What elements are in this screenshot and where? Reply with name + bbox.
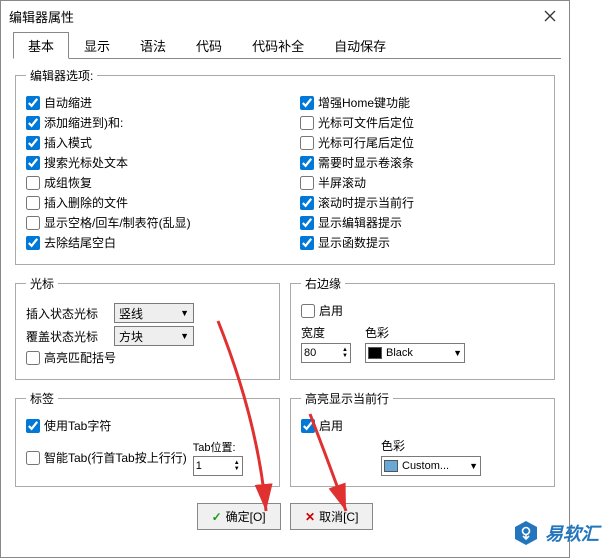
- tab-syntax[interactable]: 语法: [125, 32, 181, 59]
- insert-cursor-dropdown[interactable]: 竖线 ▼: [114, 303, 194, 323]
- opt-right-label-3: 需要时显示卷滚条: [318, 154, 414, 172]
- opt-right-label-6: 显示编辑器提示: [318, 214, 402, 232]
- redge-width-label: 宽度: [301, 324, 351, 341]
- editor-options-legend: 编辑器选项:: [26, 67, 97, 84]
- chevron-down-icon: ▼: [180, 308, 189, 318]
- opt-right-label-5: 滚动时提示当前行: [318, 194, 414, 212]
- opt-left-label-3: 搜索光标处文本: [44, 154, 128, 172]
- tab-display[interactable]: 显示: [69, 32, 125, 59]
- opt-left-checkbox-0[interactable]: [26, 96, 40, 110]
- opt-left-label-7: 去除结尾空白: [44, 234, 116, 252]
- opt-left-label-4: 成组恢复: [44, 174, 92, 192]
- titlebar: 编辑器属性: [1, 1, 569, 31]
- smart-tab-label: 智能Tab(行首Tab按上行行): [44, 449, 187, 467]
- spinner-arrows-icon: ▲▼: [342, 347, 348, 359]
- opt-right-label-7: 显示函数提示: [318, 234, 390, 252]
- tab-group: 标签 使用Tab字符 智能Tab(行首Tab按上行行) Tab位置: 1 ▲▼: [15, 390, 280, 487]
- hlrow-color-label: 色彩: [381, 437, 544, 454]
- opt-left-label-2: 插入模式: [44, 134, 92, 152]
- redge-color-label: 色彩: [365, 324, 465, 341]
- check-icon: ✓: [212, 510, 222, 524]
- tab-basic[interactable]: 基本: [13, 32, 69, 59]
- overwrite-cursor-label: 覆盖状态光标: [26, 328, 106, 345]
- opt-right-label-1: 光标可文件后定位: [318, 114, 414, 132]
- insert-cursor-label: 插入状态光标: [26, 305, 106, 322]
- editor-properties-dialog: 编辑器属性 基本 显示 语法 代码 代码补全 自动保存 编辑器选项: 自动缩进添…: [0, 0, 570, 558]
- opt-left-checkbox-3[interactable]: [26, 156, 40, 170]
- opt-left-checkbox-6[interactable]: [26, 216, 40, 230]
- x-icon: ✕: [305, 510, 315, 524]
- opt-right-label-0: 增强Home键功能: [318, 94, 410, 112]
- opt-left-checkbox-4[interactable]: [26, 176, 40, 190]
- tab-codecomplete[interactable]: 代码补全: [237, 32, 319, 59]
- options-right-col: 增强Home键功能光标可文件后定位光标可行尾后定位需要时显示卷滚条半屏滚动滚动时…: [300, 92, 544, 254]
- opt-left-checkbox-2[interactable]: [26, 136, 40, 150]
- editor-options-group: 编辑器选项: 自动缩进添加缩进到)和: 插入模式搜索光标处文本成组恢复插入删除的文…: [15, 67, 555, 265]
- right-edge-group: 右边缘 启用 宽度 80 ▲▼ 色彩: [290, 275, 555, 380]
- ok-button[interactable]: ✓ 确定[O]: [197, 503, 281, 530]
- redge-color-dropdown[interactable]: Black ▼: [365, 343, 465, 363]
- cursor-group: 光标 插入状态光标 竖线 ▼ 覆盖状态光标 方块 ▼: [15, 275, 280, 380]
- watermark-text: 易软汇: [545, 520, 599, 546]
- opt-right-checkbox-6[interactable]: [300, 216, 314, 230]
- highlight-bracket-checkbox[interactable]: [26, 351, 40, 365]
- opt-right-checkbox-2[interactable]: [300, 136, 314, 150]
- highlight-row-legend: 高亮显示当前行: [301, 390, 393, 407]
- highlight-bracket-label: 高亮匹配括号: [44, 349, 116, 367]
- overwrite-cursor-dropdown[interactable]: 方块 ▼: [114, 326, 194, 346]
- highlight-row-group: 高亮显示当前行 启用 色彩 Custom... ▼: [290, 390, 555, 487]
- opt-left-checkbox-7[interactable]: [26, 236, 40, 250]
- tab-pos-label: Tab位置:: [193, 439, 243, 455]
- hlrow-enable-label: 启用: [319, 417, 343, 435]
- redge-width-spinner[interactable]: 80 ▲▼: [301, 343, 351, 363]
- watermark: 易软汇: [513, 520, 599, 546]
- chevron-down-icon: ▼: [180, 331, 189, 341]
- chevron-down-icon: ▼: [469, 461, 478, 471]
- color-swatch-custom-icon: [384, 460, 398, 472]
- opt-right-label-4: 半屏滚动: [318, 174, 366, 192]
- opt-left-checkbox-5[interactable]: [26, 196, 40, 210]
- chevron-down-icon: ▼: [453, 348, 462, 358]
- tab-code[interactable]: 代码: [181, 32, 237, 59]
- spinner-arrows-icon: ▲▼: [234, 460, 240, 472]
- opt-left-label-5: 插入删除的文件: [44, 194, 128, 212]
- right-edge-legend: 右边缘: [301, 275, 345, 292]
- opt-right-checkbox-0[interactable]: [300, 96, 314, 110]
- opt-right-checkbox-1[interactable]: [300, 116, 314, 130]
- use-tab-char-label: 使用Tab字符: [44, 417, 111, 435]
- opt-left-label-0: 自动缩进: [44, 94, 92, 112]
- smart-tab-checkbox[interactable]: [26, 451, 40, 465]
- opt-right-label-2: 光标可行尾后定位: [318, 134, 414, 152]
- opt-left-label-1: 添加缩进到)和:: [44, 114, 123, 132]
- color-swatch-black-icon: [368, 347, 382, 359]
- hlrow-enable-checkbox[interactable]: [301, 419, 315, 433]
- opt-right-checkbox-5[interactable]: [300, 196, 314, 210]
- tab-autosave[interactable]: 自动保存: [319, 32, 401, 59]
- tab-bar: 基本 显示 语法 代码 代码补全 自动保存: [13, 31, 561, 59]
- close-icon: [544, 10, 556, 22]
- redge-enable-label: 启用: [319, 302, 343, 320]
- opt-left-checkbox-1[interactable]: [26, 116, 40, 130]
- opt-left-label-6: 显示空格/回车/制表符(乱显): [44, 214, 191, 232]
- cancel-button[interactable]: ✕ 取消[C]: [290, 503, 373, 530]
- cursor-legend: 光标: [26, 275, 58, 292]
- dialog-title: 编辑器属性: [9, 7, 74, 26]
- opt-right-checkbox-4[interactable]: [300, 176, 314, 190]
- opt-right-checkbox-3[interactable]: [300, 156, 314, 170]
- hlrow-color-dropdown[interactable]: Custom... ▼: [381, 456, 481, 476]
- tab-legend: 标签: [26, 390, 58, 407]
- opt-right-checkbox-7[interactable]: [300, 236, 314, 250]
- close-button[interactable]: [539, 5, 561, 27]
- tab-pos-spinner[interactable]: 1 ▲▼: [193, 456, 243, 476]
- watermark-icon: [513, 520, 539, 546]
- redge-enable-checkbox[interactable]: [301, 304, 315, 318]
- options-left-col: 自动缩进添加缩进到)和: 插入模式搜索光标处文本成组恢复插入删除的文件显示空格/回…: [26, 92, 270, 254]
- use-tab-char-checkbox[interactable]: [26, 419, 40, 433]
